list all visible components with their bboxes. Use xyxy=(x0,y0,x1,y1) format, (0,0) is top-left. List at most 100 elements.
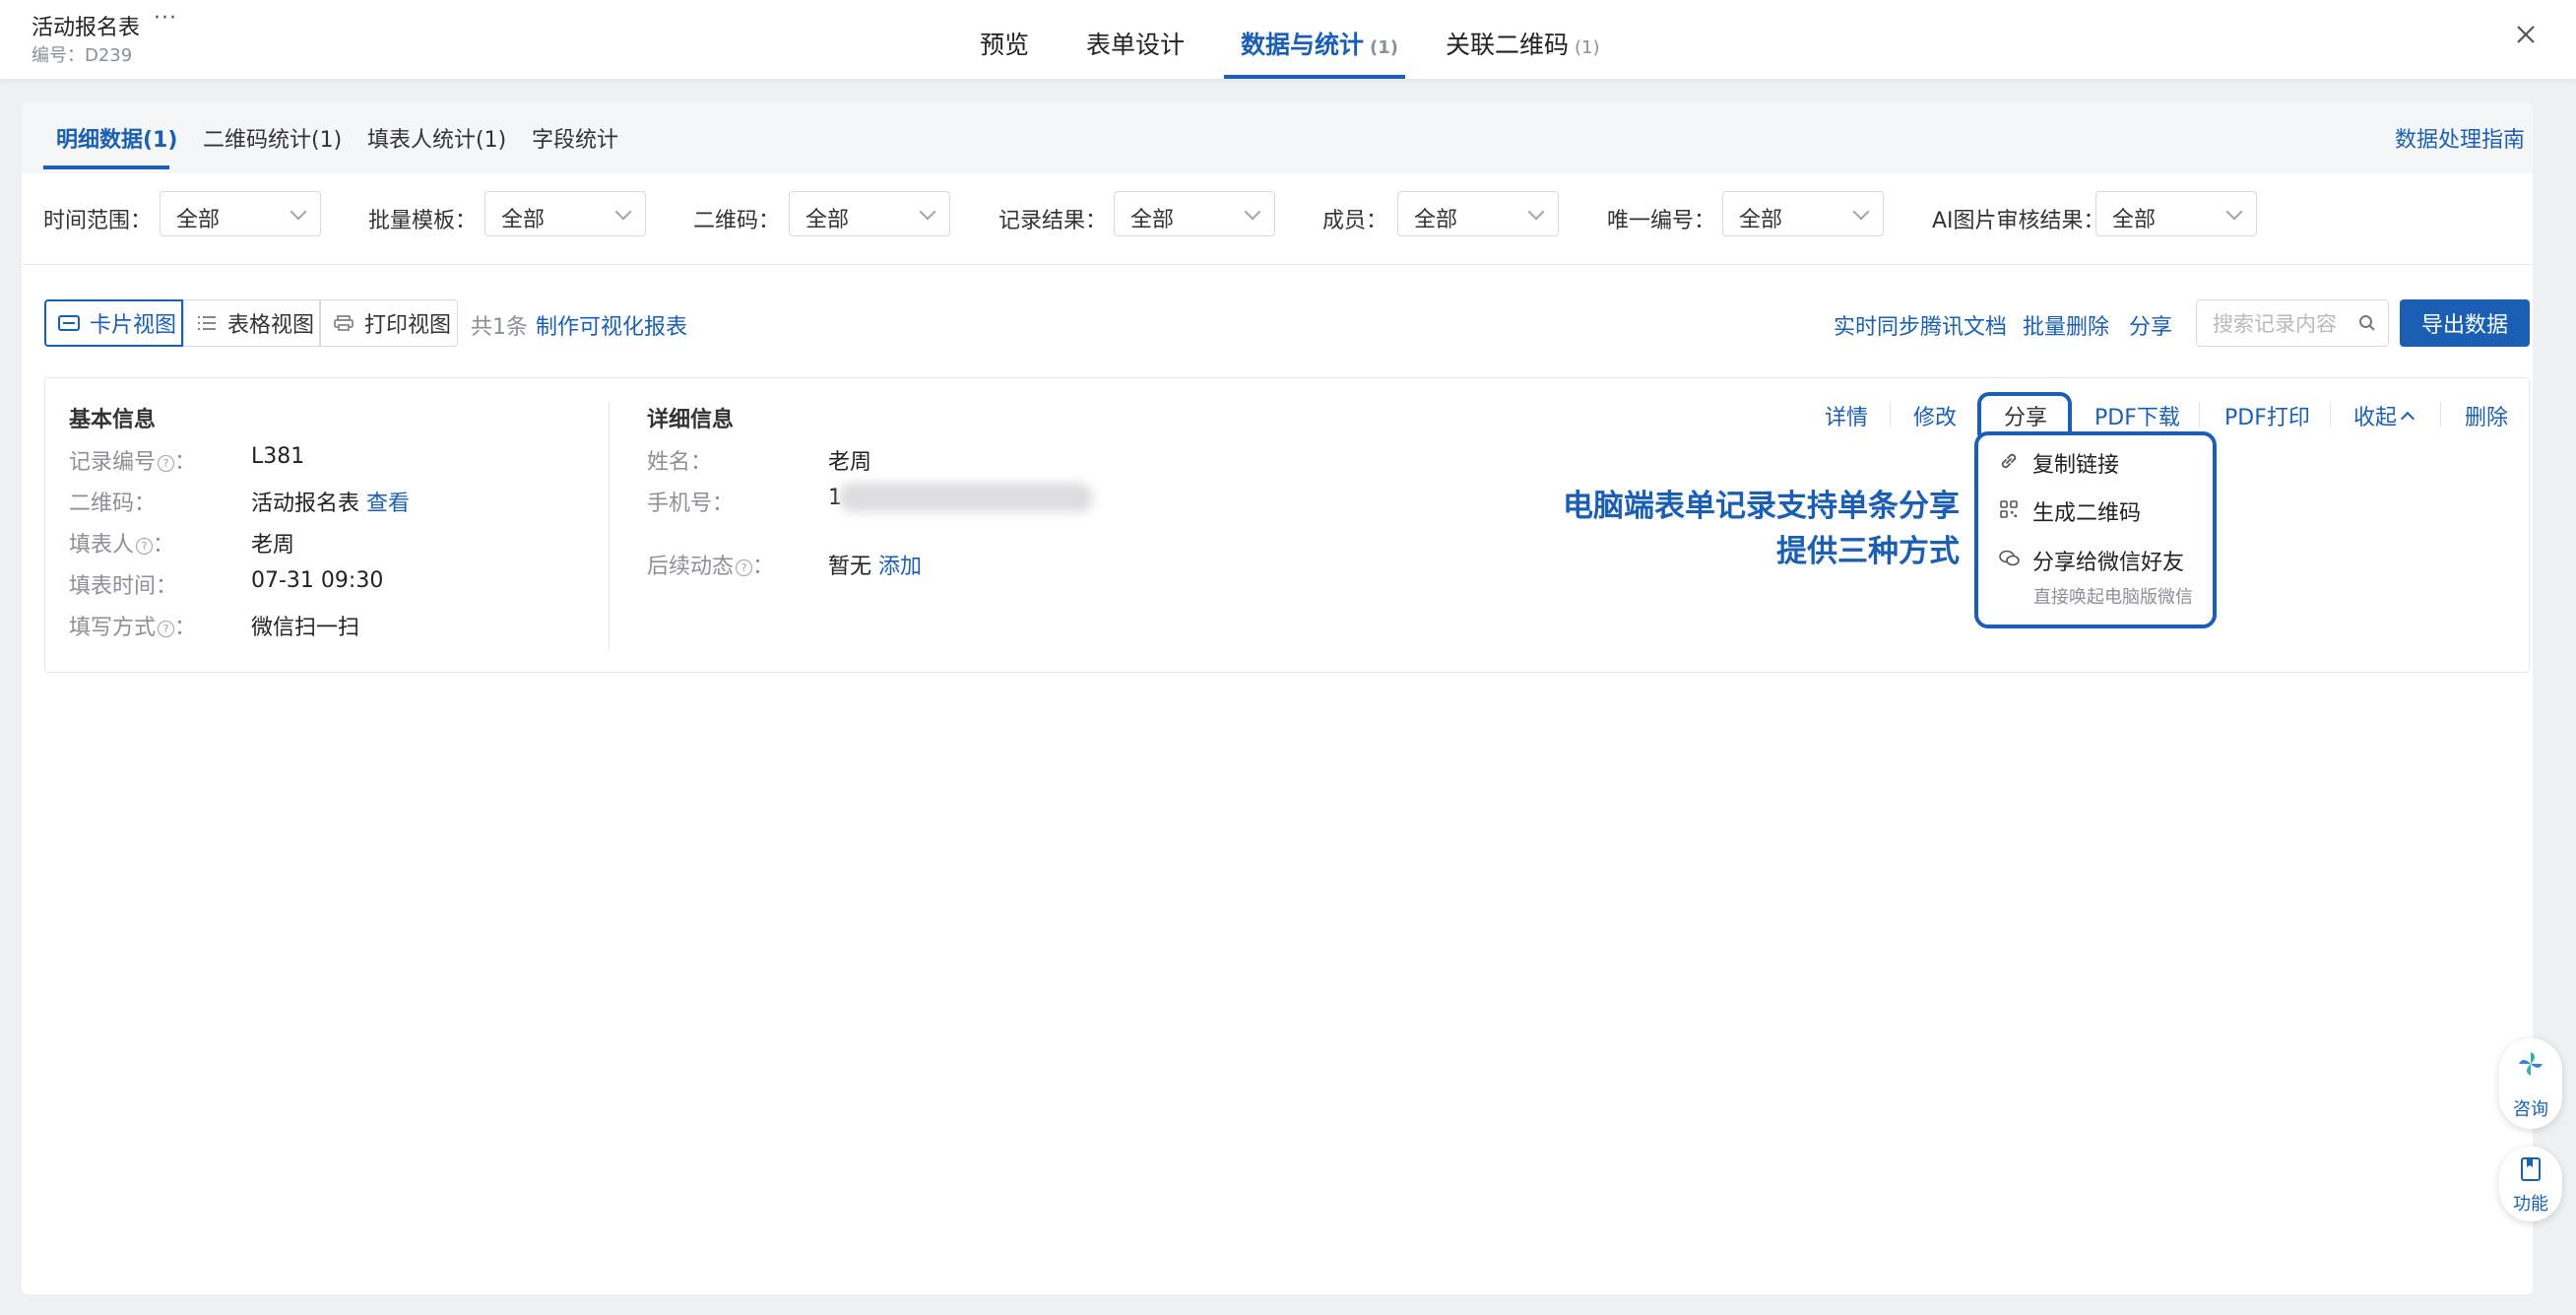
field-value-filler: 老周 xyxy=(251,533,295,558)
label-text: 填表时间 xyxy=(69,574,157,599)
menu-item-generate-qrcode[interactable]: 生成二维码 xyxy=(1999,495,2141,527)
printer-icon xyxy=(334,315,354,331)
search-icon[interactable] xyxy=(2358,314,2376,332)
data-guide-link[interactable]: 数据处理指南 xyxy=(2395,122,2525,154)
basic-info-title: 基本信息 xyxy=(69,408,157,432)
search-input[interactable] xyxy=(2211,308,2352,340)
content-panel xyxy=(22,102,2533,1294)
subtab-field-stats[interactable]: 字段统计 xyxy=(532,122,618,154)
visual-report-link[interactable]: 制作可视化报表 xyxy=(536,309,687,341)
table-view-button[interactable]: 表格视图 xyxy=(183,299,320,347)
tab-data-stats[interactable]: 数据与统计 (1) xyxy=(1241,26,1398,61)
field-label-follow-up: 后续动态?： xyxy=(647,555,775,579)
field-value-qrcode: 活动报名表 查看 xyxy=(251,486,410,517)
wechat-icon xyxy=(1999,550,2020,566)
menu-item-label: 复制链接 xyxy=(2032,453,2120,478)
label-text: 记录编号 xyxy=(69,450,157,475)
action-separator xyxy=(1890,402,1891,427)
chevron-up-icon xyxy=(2400,411,2415,427)
edit-link[interactable]: 修改 xyxy=(1913,400,1957,431)
help-icon[interactable]: ? xyxy=(736,559,753,576)
field-value-follow-up: 暂无 添加 xyxy=(828,549,922,580)
filter-record-result-select[interactable]: 全部 xyxy=(1114,191,1275,236)
card-view-button[interactable]: 卡片视图 xyxy=(44,299,183,347)
filter-label-ai-review: AI图片审核结果： xyxy=(1932,209,2105,233)
select-value: 全部 xyxy=(1130,208,1175,232)
field-label-phone: 手机号： xyxy=(647,492,735,516)
qrcode-icon xyxy=(2000,500,2018,518)
field-label-filler: 填表人?： xyxy=(69,533,175,558)
help-icon[interactable]: ? xyxy=(136,538,154,555)
filter-unique-id-select[interactable]: 全部 xyxy=(1722,191,1884,236)
field-value-fill-time: 07-31 09:30 xyxy=(251,568,384,593)
card-divider xyxy=(609,402,610,650)
filter-label-record-result: 记录结果： xyxy=(998,209,1108,233)
filter-ai-review-select[interactable]: 全部 xyxy=(2095,191,2257,236)
view-qrcode-link[interactable]: 查看 xyxy=(366,492,410,516)
select-value: 全部 xyxy=(1414,208,1458,232)
detail-link[interactable]: 详情 xyxy=(1825,400,1868,431)
tab-label: 预览 xyxy=(980,31,1030,59)
help-icon[interactable]: ? xyxy=(158,621,175,637)
field-value-record-id: L381 xyxy=(251,444,305,469)
menu-item-copy-link[interactable]: 复制链接 xyxy=(1999,447,2119,479)
value-text: 暂无 xyxy=(828,555,872,579)
label-text: 填表人 xyxy=(69,533,135,558)
chevron-down-icon xyxy=(290,203,307,221)
pdf-print-link[interactable]: PDF打印 xyxy=(2224,400,2310,431)
filter-batch-template-select[interactable]: 全部 xyxy=(484,191,646,236)
value-text: 活动报名表 xyxy=(251,492,360,516)
menu-item-label: 分享给微信好友 xyxy=(2032,551,2185,575)
filter-member-select[interactable]: 全部 xyxy=(1397,191,1559,236)
filter-label-time-range: 时间范围： xyxy=(43,209,153,233)
filter-label-qrcode: 二维码： xyxy=(693,209,781,233)
consult-button[interactable]: 咨询 xyxy=(2499,1038,2562,1129)
card-view-icon xyxy=(58,315,80,331)
record-share-button[interactable]: 分享 xyxy=(2004,400,2047,431)
field-label-fill-time: 填表时间： xyxy=(69,574,178,599)
chevron-down-icon xyxy=(1527,203,1545,221)
share-link[interactable]: 分享 xyxy=(2129,309,2172,341)
subtab-filler-stats[interactable]: 填表人统计(1) xyxy=(367,122,506,154)
pdf-download-link[interactable]: PDF下载 xyxy=(2094,400,2180,431)
view-label: 打印视图 xyxy=(364,313,452,338)
add-follow-up-link[interactable]: 添加 xyxy=(878,555,922,579)
export-data-button[interactable]: 导出数据 xyxy=(2400,299,2530,347)
subtab-indicator xyxy=(43,165,169,169)
callout-line-1: 电脑端表单记录支持单条分享 xyxy=(1563,489,1960,524)
view-label: 表格视图 xyxy=(227,313,315,338)
active-tab-indicator xyxy=(1224,75,1405,79)
select-value: 全部 xyxy=(805,208,850,232)
action-separator xyxy=(2199,402,2200,427)
batch-delete-link[interactable]: 批量删除 xyxy=(2023,309,2109,341)
link-icon xyxy=(2001,453,2017,469)
wechat-share-hint: 直接唤起电脑版微信 xyxy=(2033,587,2193,608)
tab-linked-qrcode[interactable]: 关联二维码 (1) xyxy=(1446,26,1600,61)
collapse-link[interactable]: 收起 xyxy=(2353,400,2415,431)
filter-time-range-select[interactable]: 全部 xyxy=(160,191,321,236)
consult-label: 咨询 xyxy=(2513,1099,2548,1120)
sync-tencent-docs-link[interactable]: 实时同步腾讯文档 xyxy=(1834,309,2007,341)
delete-link[interactable]: 删除 xyxy=(2465,400,2508,431)
subtab-qrcode-stats[interactable]: 二维码统计(1) xyxy=(203,122,342,154)
close-icon[interactable] xyxy=(2509,18,2543,51)
tab-preview[interactable]: 预览 xyxy=(980,26,1029,61)
chevron-down-icon xyxy=(1244,203,1261,221)
tab-form-design[interactable]: 表单设计 xyxy=(1086,26,1185,61)
print-view-button[interactable]: 打印视图 xyxy=(320,299,458,347)
function-button[interactable]: 功能 xyxy=(2499,1147,2562,1221)
help-icon[interactable]: ? xyxy=(158,455,175,472)
detail-info-title: 详细信息 xyxy=(647,408,735,432)
filter-qrcode-select[interactable]: 全部 xyxy=(789,191,950,236)
field-label-record-id: 记录编号?： xyxy=(69,450,197,475)
menu-item-share-wechat[interactable]: 分享给微信好友 xyxy=(1999,545,2184,576)
chevron-down-icon xyxy=(919,203,936,221)
subtab-detail-data[interactable]: 明细数据(1) xyxy=(56,122,177,154)
form-title: 活动报名表 xyxy=(32,16,141,40)
tab-label: 表单设计 xyxy=(1086,31,1186,59)
more-icon[interactable]: ··· xyxy=(154,6,177,31)
filter-label-batch-template: 批量模板： xyxy=(368,209,478,233)
filter-divider xyxy=(22,264,2533,265)
action-separator xyxy=(2440,402,2441,427)
chevron-down-icon xyxy=(1852,203,1870,221)
